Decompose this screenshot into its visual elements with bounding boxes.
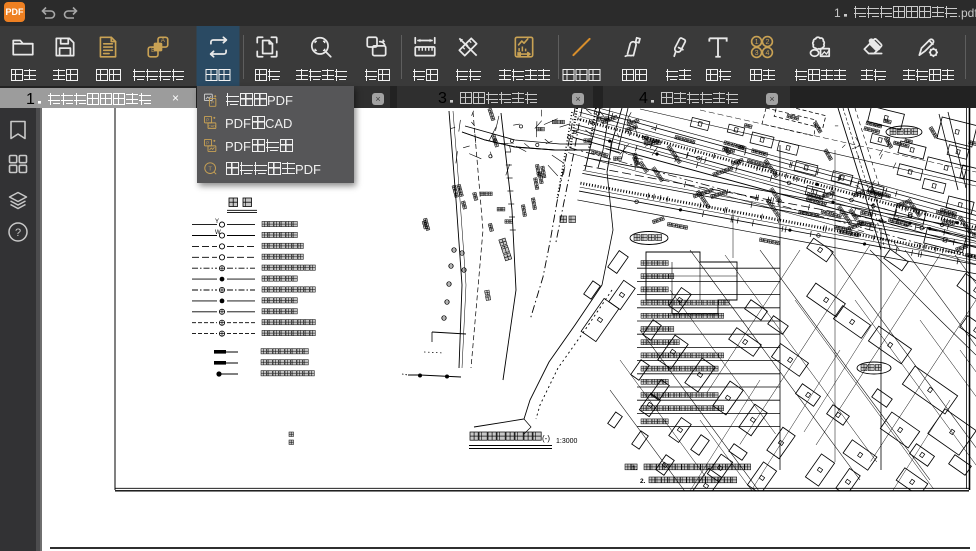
svg-text:1:3000: 1:3000 — [556, 438, 578, 445]
svg-text:CAD: CAD — [208, 125, 216, 129]
svg-text:P: P — [206, 140, 209, 145]
svg-text:Y: Y — [215, 219, 219, 225]
svg-text:2: 2 — [765, 39, 769, 46]
svg-text:2.: 2. — [640, 478, 646, 485]
svg-text:P: P — [206, 117, 209, 122]
svg-text:P: P — [211, 100, 214, 105]
svg-text:(-): (-) — [542, 434, 550, 443]
svg-text:1: 1 — [755, 39, 759, 46]
svg-text:T: T — [208, 166, 212, 172]
svg-text:4: 4 — [765, 50, 769, 57]
svg-text:W: W — [215, 230, 221, 236]
svg-text:?: ? — [15, 227, 21, 239]
svg-text:A: A — [161, 38, 165, 44]
svg-text:3: 3 — [755, 50, 759, 57]
svg-text:B: B — [151, 48, 155, 54]
